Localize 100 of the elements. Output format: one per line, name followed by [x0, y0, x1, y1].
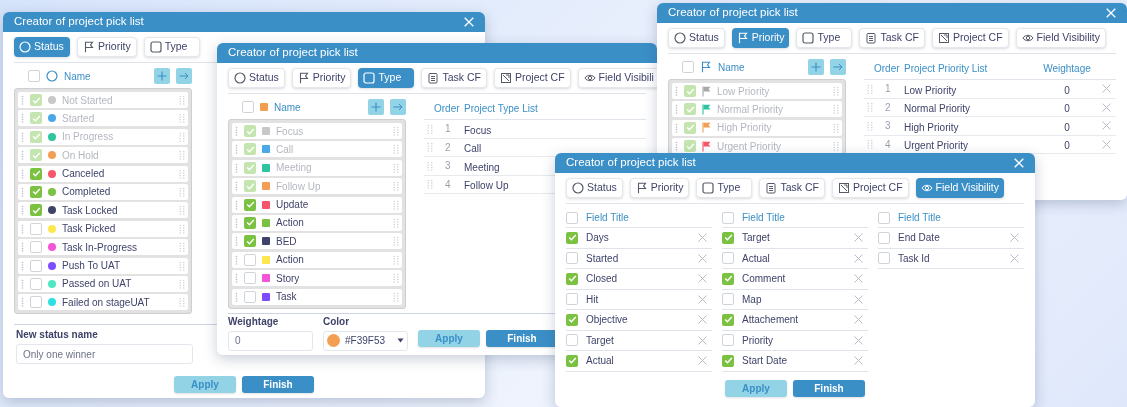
drag-handle-icon[interactable]: [235, 181, 238, 192]
drag-handle-icon[interactable]: [867, 139, 873, 150]
checkbox[interactable]: [722, 272, 734, 285]
tab[interactable]: Status: [566, 178, 623, 198]
delete-icon[interactable]: [854, 233, 863, 243]
drag-handle-icon[interactable]: [235, 236, 238, 247]
drag-handle-icon[interactable]: [235, 217, 238, 228]
checkbox[interactable]: [30, 277, 42, 290]
add-button[interactable]: [808, 59, 824, 75]
list-item[interactable]: Action: [232, 251, 402, 268]
tab[interactable]: Field Visibility: [915, 178, 1004, 198]
drag-handle-icon[interactable]: [21, 242, 24, 253]
grip-icon[interactable]: [393, 162, 399, 173]
grip-icon[interactable]: [833, 122, 839, 133]
checkbox[interactable]: [28, 70, 40, 82]
grip-icon[interactable]: [179, 297, 185, 308]
list-item[interactable]: Canceled: [18, 165, 188, 182]
grip-icon[interactable]: [179, 242, 185, 253]
delete-icon[interactable]: [698, 233, 707, 243]
checkbox[interactable]: [244, 235, 256, 248]
tab[interactable]: Type: [696, 178, 753, 198]
checkbox[interactable]: [244, 272, 256, 285]
checkbox[interactable]: [878, 211, 890, 224]
drag-handle-icon[interactable]: [21, 223, 24, 234]
list-item[interactable]: Task Picked: [18, 220, 188, 237]
color-select[interactable]: #F39F53: [323, 330, 408, 351]
checkbox[interactable]: [566, 211, 578, 224]
drag-handle-icon[interactable]: [21, 113, 24, 124]
finish-button[interactable]: Finish: [486, 329, 558, 347]
drag-handle-icon[interactable]: [675, 141, 678, 152]
delete-icon[interactable]: [854, 315, 863, 325]
move-button[interactable]: [830, 59, 846, 75]
drag-handle-icon[interactable]: [21, 150, 24, 161]
grip-icon[interactable]: [393, 236, 399, 247]
checkbox[interactable]: [722, 231, 734, 244]
checkbox[interactable]: [30, 296, 42, 309]
close-icon[interactable]: [464, 17, 474, 27]
delete-icon[interactable]: [854, 335, 863, 345]
delete-icon[interactable]: [854, 253, 863, 263]
delete-icon[interactable]: [698, 356, 707, 366]
checkbox[interactable]: [566, 293, 578, 306]
grip-icon[interactable]: [179, 168, 185, 179]
move-button[interactable]: [176, 68, 192, 84]
drag-handle-icon[interactable]: [21, 131, 24, 142]
add-button[interactable]: [368, 99, 384, 115]
drag-handle-icon[interactable]: [867, 102, 873, 113]
drag-handle-icon[interactable]: [867, 83, 873, 94]
checkbox[interactable]: [722, 211, 734, 224]
list-item[interactable]: Task: [232, 288, 402, 305]
tab[interactable]: Task CF: [859, 28, 925, 48]
delete-icon[interactable]: [1102, 139, 1111, 149]
drag-handle-icon[interactable]: [235, 254, 238, 265]
grip-icon[interactable]: [833, 86, 839, 96]
checkbox[interactable]: [244, 198, 256, 211]
grip-icon[interactable]: [179, 186, 185, 197]
tab[interactable]: Project CF: [493, 68, 571, 88]
grip-icon[interactable]: [393, 254, 399, 265]
checkbox[interactable]: [682, 61, 694, 73]
tab[interactable]: Priority: [77, 37, 137, 57]
checkbox[interactable]: [566, 252, 578, 265]
grip-icon[interactable]: [833, 141, 839, 152]
list-item[interactable]: Task In-Progress: [18, 239, 188, 256]
checkbox[interactable]: [566, 354, 578, 367]
delete-icon[interactable]: [1010, 253, 1019, 263]
tab[interactable]: Priority: [629, 178, 690, 198]
tab[interactable]: Field Visibility: [1015, 28, 1106, 48]
move-button[interactable]: [390, 99, 406, 115]
drag-handle-icon[interactable]: [427, 179, 433, 190]
drag-handle-icon[interactable]: [21, 95, 24, 105]
drag-handle-icon[interactable]: [235, 291, 238, 302]
drag-handle-icon[interactable]: [21, 168, 24, 179]
tab[interactable]: Status: [228, 68, 285, 88]
checkbox[interactable]: [722, 293, 734, 306]
list-item[interactable]: Story: [232, 270, 402, 287]
drag-handle-icon[interactable]: [235, 126, 238, 136]
tab[interactable]: Project CF: [831, 178, 909, 198]
list-item[interactable]: BED: [232, 233, 402, 250]
checkbox[interactable]: [878, 252, 890, 265]
checkbox[interactable]: [242, 101, 254, 113]
grip-icon[interactable]: [179, 223, 185, 234]
checkbox[interactable]: [244, 216, 256, 229]
checkbox[interactable]: [244, 253, 256, 266]
drag-handle-icon[interactable]: [427, 142, 433, 153]
list-item[interactable]: Completed: [18, 183, 188, 200]
checkbox[interactable]: [30, 259, 42, 272]
grip-icon[interactable]: [179, 260, 185, 271]
close-icon[interactable]: [1014, 158, 1024, 168]
drag-handle-icon[interactable]: [427, 160, 433, 171]
delete-icon[interactable]: [698, 274, 707, 284]
finish-button[interactable]: Finish: [793, 379, 865, 397]
tab[interactable]: Field Visibili: [577, 68, 657, 88]
finish-button[interactable]: Finish: [242, 376, 314, 394]
grip-icon[interactable]: [179, 150, 185, 161]
checkbox[interactable]: [30, 185, 42, 198]
tab[interactable]: Type: [143, 37, 200, 57]
tab[interactable]: Status: [14, 37, 70, 57]
close-icon[interactable]: [1106, 8, 1116, 18]
list-item[interactable]: Push To UAT: [18, 257, 188, 274]
checkbox[interactable]: [30, 241, 42, 254]
grip-icon[interactable]: [393, 273, 399, 284]
